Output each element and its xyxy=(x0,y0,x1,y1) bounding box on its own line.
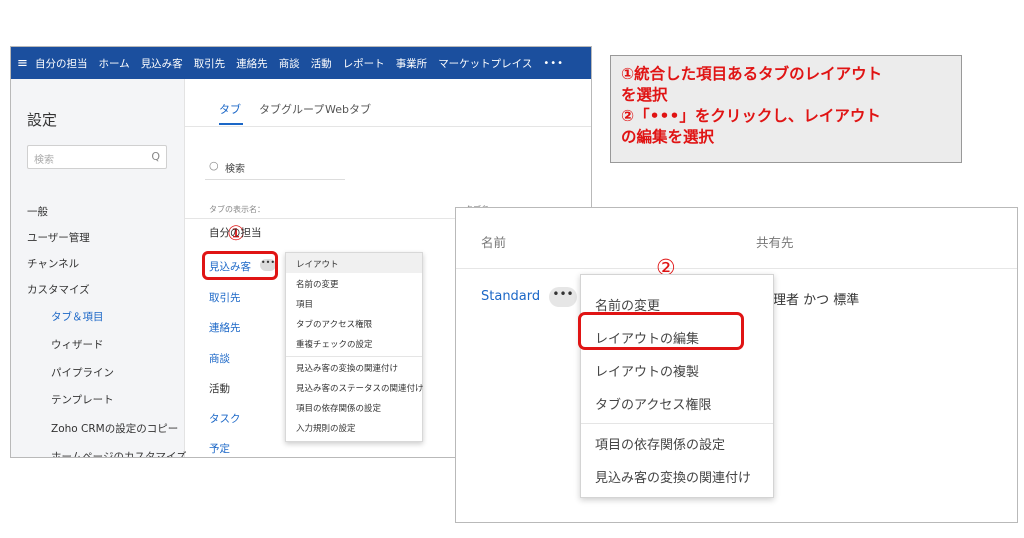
nav-item-my-tasks[interactable]: 自分の担当 xyxy=(35,56,88,71)
leads-context-menu: レイアウト 名前の変更 項目 タブのアクセス権限 重複チェックの設定 見込み客の… xyxy=(285,252,424,442)
menu-item-lead-conversion-mapping[interactable]: 見込み客の変換の関連付け xyxy=(296,362,398,374)
search-icon: Q xyxy=(151,150,160,163)
tab-divider xyxy=(185,126,591,127)
instruction-line-2: を選択 xyxy=(621,86,668,104)
sidebar-search-placeholder: 検索 xyxy=(34,155,54,166)
sidebar-item-copy-settings[interactable]: Zoho CRMの設定のコピー xyxy=(51,421,178,436)
menu-divider xyxy=(581,423,773,424)
menu-item-field-dependency[interactable]: 項目の依存関係の設定 xyxy=(595,434,725,453)
sidebar-item-pipeline[interactable]: パイプライン xyxy=(51,365,114,380)
shared-with-value: 理者 かつ 標準 xyxy=(773,293,860,308)
menu-item-rename[interactable]: 名前の変更 xyxy=(296,278,339,290)
tab-web-tabs[interactable]: Webタブ xyxy=(325,101,371,117)
nav-item-marketplace[interactable]: マーケットプレイス xyxy=(438,56,532,71)
tab-row-events[interactable]: 予定 xyxy=(209,441,230,456)
sidebar-search-input[interactable]: 検索 Q xyxy=(27,145,167,169)
layout-context-menu: 名前の変更 レイアウトの編集 レイアウトの複製 タブのアクセス権限 項目の依存関… xyxy=(580,274,774,498)
layout-name-standard[interactable]: Standard xyxy=(481,289,540,304)
nav-item-contacts[interactable]: 連絡先 xyxy=(236,56,268,71)
instruction-line-3: ②「•••」をクリックし、レイアウト xyxy=(621,107,881,125)
sidebar-item-homepage-customize[interactable]: ホームページのカスタマイズ xyxy=(51,449,187,457)
highlight-box-edit-layout xyxy=(578,312,744,350)
column-header-shared-with: 共有先 xyxy=(756,235,794,250)
settings-title: 設定 xyxy=(27,111,58,129)
menu-item-lead-conversion-mapping[interactable]: 見込み客の変換の関連付け xyxy=(595,467,751,486)
nav-item-offices[interactable]: 事業所 xyxy=(396,56,428,71)
tab-row-tasks[interactable]: タスク xyxy=(209,411,241,426)
menu-item-tab-permissions[interactable]: タブのアクセス権限 xyxy=(595,394,711,413)
hamburger-menu-icon[interactable]: ≡ xyxy=(17,56,35,71)
nav-item-reports[interactable]: レポート xyxy=(343,56,385,71)
nav-item-accounts[interactable]: 取引先 xyxy=(194,56,226,71)
column-header-display-name: タブの表示名： xyxy=(209,205,265,214)
menu-divider xyxy=(286,356,422,357)
menu-item-tab-permissions[interactable]: タブのアクセス権限 xyxy=(296,318,372,330)
tab-row-contacts[interactable]: 連絡先 xyxy=(209,320,241,335)
top-navigation-bar: ≡ 自分の担当 ホーム 見込み客 取引先 連絡先 商談 活動 レポート 事業所 … xyxy=(11,47,591,79)
nav-item-leads[interactable]: 見込み客 xyxy=(141,56,183,71)
sidebar-item-wizard[interactable]: ウィザード xyxy=(51,337,104,352)
column-header-name: 名前 xyxy=(481,235,507,250)
tab-row-activities[interactable]: 活動 xyxy=(209,381,230,396)
highlight-box-leads xyxy=(202,251,278,280)
search-icon: ○ xyxy=(209,159,219,172)
sidebar-item-customize[interactable]: カスタマイズ xyxy=(27,282,90,297)
instruction-line-4: の編集を選択 xyxy=(621,128,715,146)
sidebar-item-channels[interactable]: チャンネル xyxy=(27,256,79,271)
menu-item-fields[interactable]: 項目 xyxy=(296,298,313,310)
layout-zoom-panel: 名前 共有先 ② Standard ••• 理者 かつ 標準 名前の変更 レイア… xyxy=(455,207,1018,523)
search-underline xyxy=(205,179,345,180)
menu-item-validation-rules[interactable]: 入力規則の設定 xyxy=(296,422,356,434)
instruction-line-1: ①統合した項目あるタブのレイアウト xyxy=(621,65,883,83)
menu-item-clone-layout[interactable]: レイアウトの複製 xyxy=(595,361,699,380)
tab-row-my-tasks[interactable]: 自分の担当 xyxy=(209,225,262,240)
instruction-callout: ①統合した項目あるタブのレイアウト を選択 ②「•••」をクリックし、レイアウト… xyxy=(610,55,962,163)
layout-more-options-icon[interactable]: ••• xyxy=(549,287,577,307)
sidebar-item-templates[interactable]: テンプレート xyxy=(51,392,114,407)
menu-item-duplicate-check[interactable]: 重複チェックの設定 xyxy=(296,338,373,350)
menu-item-layout[interactable]: レイアウト xyxy=(296,258,339,270)
sidebar-item-tabs-fields[interactable]: タブ＆項目 xyxy=(51,309,104,324)
header-divider xyxy=(185,218,465,219)
sidebar-item-general[interactable]: 一般 xyxy=(27,204,48,219)
tab-row-accounts[interactable]: 取引先 xyxy=(209,290,241,305)
tab-search-input[interactable]: 検索 xyxy=(225,160,245,175)
menu-item-field-dependency[interactable]: 項目の依存関係の設定 xyxy=(296,402,381,414)
tab-tab-groups[interactable]: タブグループ xyxy=(259,101,324,117)
sidebar-item-user-management[interactable]: ユーザー管理 xyxy=(27,230,90,245)
tab-tabs[interactable]: タブ xyxy=(219,101,241,117)
settings-sidebar: 設定 検索 Q 一般 ユーザー管理 チャンネル カスタマイズ タブ＆項目 ウィザ… xyxy=(11,79,187,457)
active-tab-indicator xyxy=(219,123,243,125)
nav-more-icon[interactable]: ••• xyxy=(543,58,564,69)
tab-row-deals[interactable]: 商談 xyxy=(209,351,230,366)
nav-item-activities[interactable]: 活動 xyxy=(311,56,332,71)
nav-item-home[interactable]: ホーム xyxy=(99,56,130,71)
header-divider xyxy=(456,268,1017,269)
nav-item-deals[interactable]: 商談 xyxy=(279,56,300,71)
menu-item-lead-status-mapping[interactable]: 見込み客のステータスの関連付け xyxy=(296,382,424,394)
